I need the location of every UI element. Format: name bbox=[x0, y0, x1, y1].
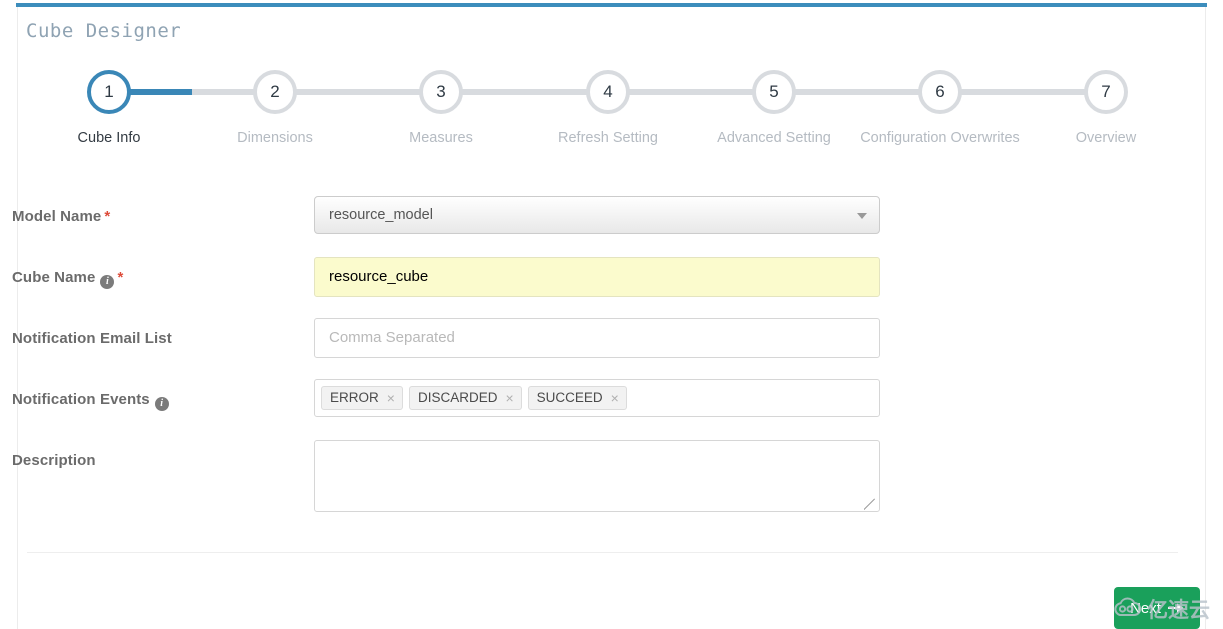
model-name-selected-value: resource_model bbox=[329, 207, 433, 223]
cloud-logo-icon bbox=[1112, 596, 1142, 623]
step-circle: 5 bbox=[752, 70, 796, 114]
wizard-stepper: 1 Cube Info 2 Dimensions 3 Measures 4 Refresh S… bbox=[26, 70, 1189, 160]
step-connector bbox=[608, 89, 774, 95]
step-2[interactable]: 2 Dimensions bbox=[195, 70, 355, 146]
control-notification-events: ERROR × DISCARDED × SUCCEED × bbox=[314, 379, 880, 417]
step-circle: 7 bbox=[1084, 70, 1128, 114]
event-tag-label: ERROR bbox=[330, 390, 379, 405]
control-notification-email: Comma Separated bbox=[314, 318, 880, 358]
label-model-name: Model Name * bbox=[12, 208, 110, 225]
footer-divider bbox=[27, 552, 1178, 553]
label-notification-events-text: Notification Events bbox=[12, 391, 150, 408]
cube-info-form: Model Name * resource_model Cube Name i * r… bbox=[0, 190, 1189, 524]
cube-name-input[interactable]: resource_cube bbox=[314, 257, 880, 297]
step-label: Configuration Overwrites bbox=[860, 130, 1020, 146]
step-3[interactable]: 3 Measures bbox=[361, 70, 521, 146]
step-circle: 6 bbox=[918, 70, 962, 114]
label-description: Description bbox=[12, 452, 96, 469]
form-row-notification-events: Notification Events i ERROR × DISCARDED × SUC… bbox=[0, 373, 1189, 434]
step-circle: 3 bbox=[419, 70, 463, 114]
cube-designer-page: Cube Designer 1 Cube Info 2 Dimensions 3 Meas… bbox=[0, 0, 1223, 629]
close-icon[interactable]: × bbox=[611, 391, 619, 405]
step-label: Cube Info bbox=[77, 130, 141, 146]
step-1[interactable]: 1 Cube Info bbox=[29, 70, 189, 146]
notification-email-input[interactable]: Comma Separated bbox=[314, 318, 880, 358]
form-row-cube-name: Cube Name i * resource_cube bbox=[0, 251, 1189, 312]
watermark-text: 亿速云 bbox=[1147, 598, 1210, 622]
control-model-name: resource_model bbox=[314, 196, 880, 234]
label-notification-events: Notification Events i bbox=[12, 391, 169, 411]
step-connector bbox=[940, 89, 1106, 95]
step-connector bbox=[774, 89, 940, 95]
control-description bbox=[314, 440, 880, 512]
step-connector bbox=[441, 89, 608, 95]
step-4[interactable]: 4 Refresh Setting bbox=[528, 70, 688, 146]
step-label: Overview bbox=[1075, 130, 1137, 146]
watermark: 亿速云 bbox=[1112, 594, 1210, 624]
step-connector bbox=[109, 89, 275, 95]
event-tag: ERROR × bbox=[321, 386, 403, 410]
step-5[interactable]: 5 Advanced Setting bbox=[694, 70, 854, 146]
info-icon[interactable]: i bbox=[100, 275, 115, 289]
close-icon[interactable]: × bbox=[505, 391, 513, 405]
event-tag-label: DISCARDED bbox=[417, 390, 498, 405]
page-title: Cube Designer bbox=[26, 20, 182, 42]
notification-events-tag-input[interactable]: ERROR × DISCARDED × SUCCEED × bbox=[314, 379, 880, 417]
model-name-select[interactable]: resource_model bbox=[314, 196, 880, 234]
form-row-model-name: Model Name * resource_model bbox=[0, 190, 1189, 251]
event-tag: SUCCEED × bbox=[527, 386, 627, 410]
step-7[interactable]: 7 Overview bbox=[1026, 70, 1186, 146]
form-row-notification-email: Notification Email List Comma Separated bbox=[0, 312, 1189, 373]
control-cube-name: resource_cube bbox=[314, 257, 880, 297]
step-6[interactable]: 6 Configuration Overwrites bbox=[860, 70, 1020, 146]
label-cube-name: Cube Name i * bbox=[12, 269, 123, 289]
step-circle: 4 bbox=[586, 70, 630, 114]
event-tag-label: SUCCEED bbox=[536, 390, 603, 405]
info-icon[interactable]: i bbox=[154, 397, 169, 411]
close-icon[interactable]: × bbox=[387, 391, 395, 405]
step-label: Measures bbox=[409, 130, 473, 146]
step-label: Refresh Setting bbox=[558, 130, 658, 146]
step-circle: 1 bbox=[87, 70, 131, 114]
chevron-down-icon bbox=[857, 213, 867, 219]
step-label: Advanced Setting bbox=[717, 130, 831, 146]
step-label: Dimensions bbox=[237, 130, 313, 146]
description-textarea[interactable] bbox=[314, 440, 880, 512]
required-asterisk: * bbox=[104, 208, 111, 225]
label-notification-email: Notification Email List bbox=[12, 330, 172, 347]
label-model-name-text: Model Name bbox=[12, 208, 102, 225]
step-circle: 2 bbox=[253, 70, 297, 114]
step-connector bbox=[275, 89, 441, 95]
event-tag: DISCARDED × bbox=[408, 386, 522, 410]
required-asterisk: * bbox=[117, 269, 124, 286]
form-row-description: Description bbox=[0, 434, 1189, 524]
resize-handle-icon[interactable] bbox=[864, 496, 878, 510]
label-cube-name-text: Cube Name bbox=[12, 269, 96, 286]
